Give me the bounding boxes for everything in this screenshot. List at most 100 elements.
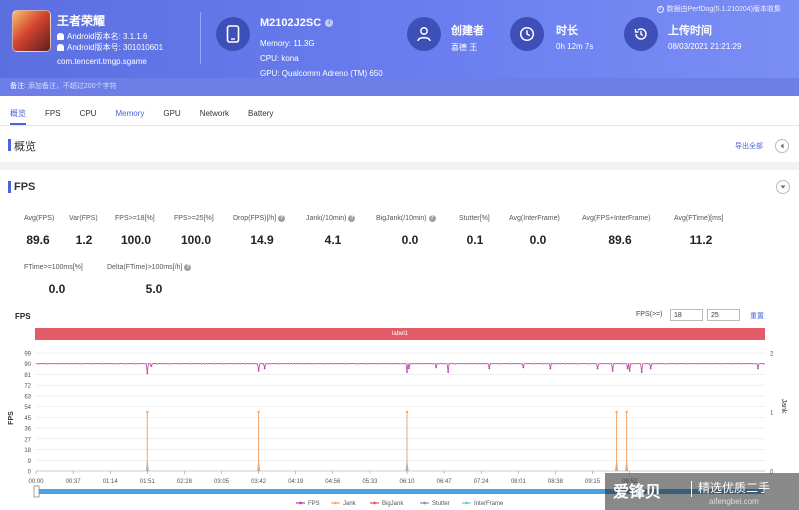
duration-value: 0h 12m 7s: [556, 42, 594, 51]
fps-threshold-input-2[interactable]: [707, 309, 740, 321]
fps-dip-point: [263, 367, 266, 370]
creator-value: 喜德 王: [451, 43, 478, 52]
source-note: i 数据由PerfDog(5.1.210204)版本收集: [656, 4, 781, 14]
metric-label: FPS>=25[%]: [174, 215, 214, 222]
tab-cpu[interactable]: CPU: [80, 103, 97, 125]
watermark-divider: [691, 481, 692, 497]
metric-label: Avg(FPS): [24, 215, 54, 222]
reset-link[interactable]: 重置: [750, 311, 764, 321]
metric-label: BigJank(/10min)?: [376, 215, 436, 222]
app-version-info: Android版本名: 3.1.1.6 Android版本号: 30101060…: [57, 31, 163, 53]
y-tick-label: 18: [24, 448, 31, 454]
remark-placeholder[interactable]: 添加备注，不超过200个字符: [28, 83, 117, 90]
fps-dip-point: [522, 366, 525, 369]
tab-battery[interactable]: Battery: [248, 103, 273, 125]
fps-dip-point: [628, 369, 631, 372]
game-icon: [12, 10, 51, 52]
upload-value: 08/03/2021 21:21:29: [668, 42, 742, 51]
metric-label-text: Drop(FPS)[/h]: [233, 215, 277, 222]
device-specs: Memory: 11.3G CPU: kona GPU: Qualcomm Ad…: [260, 36, 383, 81]
help-icon[interactable]: ?: [428, 215, 436, 222]
metric-value: 100.0: [180, 233, 212, 247]
metric-value: 0.0: [48, 282, 66, 296]
metric-value: 89.6: [608, 233, 632, 247]
tab-memory[interactable]: Memory: [115, 103, 144, 125]
legend-swatch-dot: [373, 501, 376, 505]
section-accent: [8, 139, 11, 151]
x-tick-label: 09:15: [585, 479, 601, 485]
metric-label-text: Delta(FTime)>100ms[/h]: [107, 264, 183, 271]
fps-dip-point: [257, 369, 260, 372]
remark-field[interactable]: 备注: 添加备注，不超过200个字符: [0, 78, 799, 96]
app-title: 王者荣耀: [57, 14, 106, 28]
app-version-code: Android版本号: 301010601: [67, 43, 164, 52]
fps-threshold-label: FPS(>=): [636, 311, 663, 318]
y2-axis-label: Jank: [780, 399, 787, 414]
x-tick-label: 02:28: [177, 479, 193, 485]
y2-tick-label: 2: [770, 352, 774, 358]
legend-label: InterFrame: [474, 501, 504, 507]
info-icon: i: [656, 5, 664, 13]
fps-dip-point: [649, 367, 652, 370]
perfdog-report-page: 王者荣耀 Android版本名: 3.1.1.6 Android版本号: 301…: [0, 0, 799, 510]
time-slider-handle[interactable]: [33, 485, 40, 498]
section-tabs: 概览 FPS CPU Memory GPU Network Battery: [0, 103, 282, 125]
collapse-down-button[interactable]: [776, 180, 790, 194]
tab-gpu[interactable]: GPU: [163, 103, 180, 125]
info-icon[interactable]: i: [325, 19, 334, 27]
y-tick-label: 36: [24, 427, 31, 433]
report-header: 王者荣耀 Android版本名: 3.1.1.6 Android版本号: 301…: [0, 0, 799, 78]
fps-dip-point: [640, 371, 643, 373]
label-band[interactable]: label1: [35, 328, 765, 340]
x-tick-label: 04:19: [288, 479, 304, 485]
fps-dip-point: [488, 367, 491, 370]
metric-value: 0.0: [401, 233, 419, 247]
device-cpu: CPU: kona: [260, 54, 299, 63]
y-tick-label: 27: [24, 437, 31, 443]
section-gap: [0, 162, 799, 170]
tab-overview[interactable]: 概览: [10, 103, 26, 125]
fps-dip-point: [447, 371, 450, 373]
help-icon[interactable]: ?: [184, 264, 192, 271]
fps-dip-point: [757, 367, 759, 370]
export-all-link[interactable]: 导出全部: [735, 141, 763, 151]
fps-dip-point: [549, 367, 552, 370]
jank-point: [615, 410, 618, 414]
fps-section-title: FPS: [14, 181, 36, 193]
y-tick-label: 90: [24, 362, 31, 368]
metric-label-text: Var(FPS): [69, 215, 98, 222]
metric-label: FPS>=18[%]: [115, 215, 155, 222]
clock-icon: [510, 17, 544, 51]
y-tick-label: 81: [24, 373, 31, 379]
app-version-name: Android版本名: 3.1.1.6: [67, 32, 148, 41]
legend-label: FPS: [308, 501, 320, 507]
phone-icon: [216, 17, 250, 51]
fps-threshold-input-1[interactable]: [670, 309, 703, 321]
fps-dip-point: [146, 372, 149, 375]
metric-value: 0.0: [529, 233, 547, 247]
y2-tick-label: 1: [770, 411, 774, 417]
source-note-text: 数据由PerfDog(5.1.210204)版本收集: [666, 6, 781, 13]
metric-value: 4.1: [324, 233, 342, 247]
fps-dip-point: [408, 367, 410, 370]
creator-label: 创建者: [451, 25, 484, 37]
metric-label-text: FPS>=25[%]: [174, 215, 214, 222]
x-tick-label: 05:33: [362, 479, 378, 485]
y-tick-label: 63: [24, 394, 31, 400]
y-tick-label: 45: [24, 416, 31, 422]
metric-label: Avg(FPS+InterFrame): [582, 215, 651, 222]
metric-label: Stutter[%]: [459, 215, 490, 222]
x-tick-label: 01:14: [103, 479, 119, 485]
chart-legend: FPS Jank BigJank Stutter InterFrame: [296, 501, 504, 507]
y-tick-label: 54: [24, 405, 31, 411]
metric-label: Drop(FPS)[/h]?: [233, 215, 286, 222]
collapse-left-button[interactable]: [775, 139, 789, 153]
tab-fps[interactable]: FPS: [45, 103, 61, 125]
metric-label-text: Jank(/10min): [306, 215, 347, 222]
help-icon[interactable]: ?: [278, 215, 286, 222]
x-tick-label: 04:56: [325, 479, 341, 485]
y-tick-label: 72: [24, 384, 31, 390]
tab-network[interactable]: Network: [200, 103, 229, 125]
remark-label: 备注:: [10, 83, 26, 90]
help-icon[interactable]: ?: [348, 215, 356, 222]
